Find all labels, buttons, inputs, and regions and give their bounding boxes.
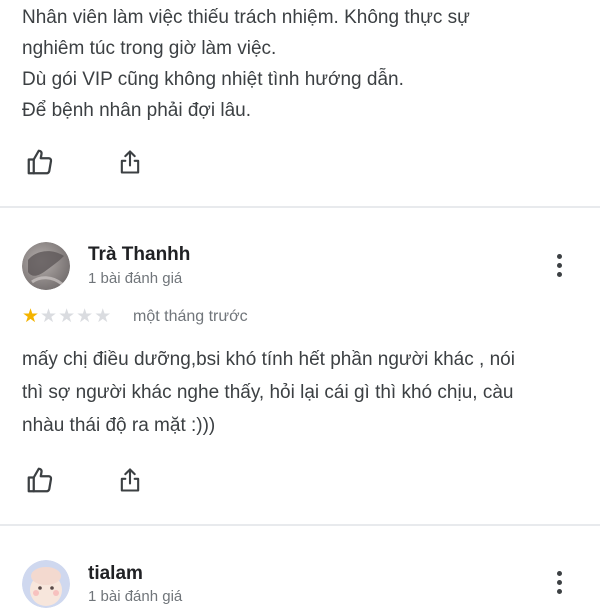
author-name[interactable]: Trà Thanhh [88, 244, 190, 266]
more-options-button[interactable] [545, 562, 573, 602]
review-line: Dù gói VIP cũng không nhiệt tình hướng d… [22, 69, 404, 90]
review-line: thì sợ người khác nghe thấy, hỏi lại cái… [22, 382, 514, 403]
star-filled-icon: ★ [22, 306, 40, 327]
review-line: Để bệnh nhân phải đợi lâu. [22, 100, 252, 121]
avatar-photo [22, 242, 70, 290]
divider [0, 206, 600, 208]
review-count: 1 bài đánh giá [88, 270, 183, 287]
thumbs-up-icon [27, 467, 53, 493]
review-text: mấy chị điều dưỡng,bsi khó tính hết phần… [22, 343, 582, 442]
review-line: nhàu thái độ ra mặt :))) [22, 415, 216, 436]
share-button[interactable] [112, 462, 148, 498]
more-options-button[interactable] [545, 245, 573, 285]
star-empty-icon: ★ [40, 306, 58, 327]
review-line: mấy chị điều dưỡng,bsi khó tính hết phần… [22, 349, 515, 370]
star-empty-icon: ★ [58, 306, 76, 327]
review-text: Nhân viên làm việc thiếu trách nhiệm. Kh… [22, 2, 582, 126]
avatar[interactable] [22, 242, 70, 290]
star-empty-icon: ★ [76, 306, 94, 327]
share-button[interactable] [112, 144, 148, 180]
review-actions [22, 462, 162, 498]
time-ago: một tháng trước [133, 308, 248, 325]
review-line: Nhân viên làm việc thiếu trách nhiệm. Kh… [22, 7, 470, 28]
author-name[interactable]: tialam [88, 563, 143, 585]
like-button[interactable] [22, 462, 58, 498]
share-icon [120, 150, 140, 174]
avatar-illustration [22, 560, 70, 608]
share-icon [120, 468, 140, 492]
more-vert-icon [556, 253, 562, 259]
divider [0, 524, 600, 526]
review-line: nghiêm túc trong giờ làm việc. [22, 38, 277, 59]
thumbs-up-icon [27, 149, 53, 175]
review-count: 1 bài đánh giá [88, 588, 183, 605]
avatar[interactable] [22, 560, 70, 608]
star-rating: ★ ★ ★ ★ ★ [22, 307, 111, 327]
review-actions [22, 144, 162, 180]
like-button[interactable] [22, 144, 58, 180]
more-vert-icon [556, 570, 562, 576]
star-empty-icon: ★ [94, 306, 112, 327]
